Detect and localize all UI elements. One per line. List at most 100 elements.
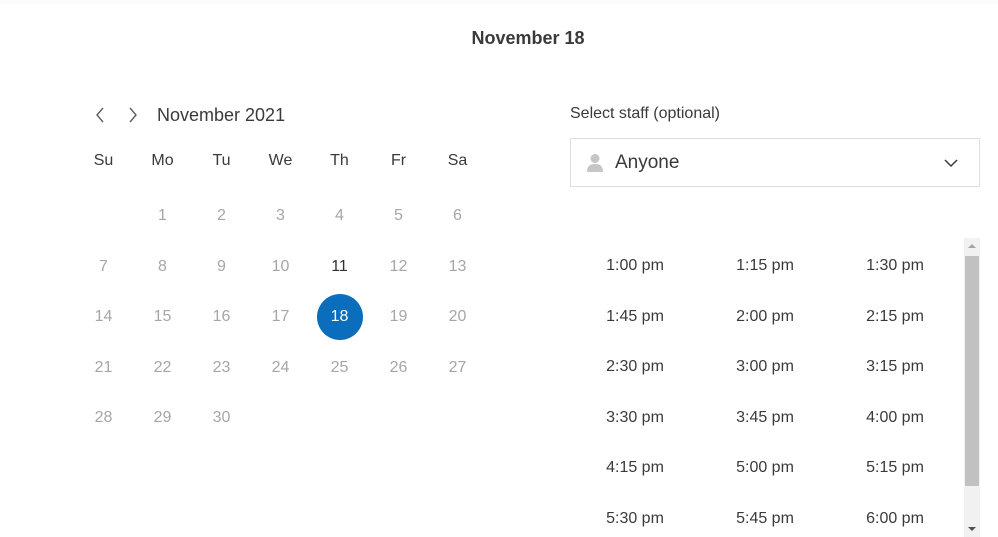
time-slot-button[interactable]: 2:15 pm [830,292,960,343]
day-number: 15 [153,308,172,326]
calendar-day-grid: 1 2 3 4 5 6 7 8 9 10 11 12 13 14 15 16 17 18 19 20 21 22 23 24 2… [74,191,487,444]
calendar-day: 1 [133,191,192,242]
time-slot-button[interactable]: 1:00 pm [570,241,700,292]
calendar-day: 13 [428,242,487,293]
day-number: 9 [217,257,226,275]
time-slot-list: 1:00 pm 1:15 pm 1:30 pm 1:45 pm 2:00 pm 2:15 … [570,241,960,537]
time-slot-button[interactable]: 4:15 pm [570,443,700,494]
calendar-day: 2 [192,191,251,242]
calendar-day: 16 [192,292,251,343]
chevron-left-icon [94,107,106,123]
day-number: 6 [453,207,462,225]
next-month-button[interactable] [121,103,145,127]
day-number: 22 [153,358,172,376]
time-slot-button[interactable]: 3:30 pm [570,393,700,444]
weekday-label: Sa [447,152,468,169]
day-number: 24 [271,358,290,376]
day-number: 8 [158,257,167,275]
day-number: 17 [271,308,290,326]
calendar-day: 30 [192,393,251,444]
time-slot-button[interactable]: 6:00 pm [830,494,960,537]
calendar-day: 25 [310,343,369,394]
month-label: November 2021 [157,104,286,125]
day-number: 3 [276,207,285,225]
day-number: 28 [94,409,113,427]
calendar-header: November 2021 [88,103,285,127]
day-number: 16 [212,308,231,326]
page-title: November 18 [471,28,585,48]
time-slot-button[interactable]: 5:30 pm [570,494,700,537]
time-slot-button[interactable]: 3:15 pm [830,342,960,393]
day-number: 7 [99,257,108,275]
calendar-day: 8 [133,242,192,293]
calendar-day: 26 [369,343,428,394]
scrollbar-thumb[interactable] [965,256,979,486]
calendar-day: 23 [192,343,251,394]
day-number: 25 [330,358,349,376]
previous-month-button[interactable] [88,103,112,127]
time-slot-button[interactable]: 2:30 pm [570,342,700,393]
calendar-day: 19 [369,292,428,343]
weekday-label: We [268,152,293,169]
top-divider [0,0,998,4]
calendar-day: 21 [74,343,133,394]
calendar-day: 17 [251,292,310,343]
scroll-down-arrow-icon[interactable] [964,521,980,537]
calendar-day-selected[interactable]: 18 [310,292,369,343]
calendar-day[interactable]: 11 [310,242,369,293]
weekday-label: Tu [212,152,231,169]
scroll-up-arrow-icon[interactable] [964,238,980,254]
day-number: 23 [212,358,231,376]
day-number: 5 [394,207,403,225]
time-slot-button[interactable]: 2:00 pm [700,292,830,343]
time-slot-button[interactable]: 5:45 pm [700,494,830,537]
time-slot-button[interactable]: 5:00 pm [700,443,830,494]
time-slot-button[interactable]: 3:45 pm [700,393,830,444]
calendar-day: 20 [428,292,487,343]
time-slot-button[interactable]: 1:15 pm [700,241,830,292]
weekday-label: Th [330,152,349,169]
day-number: 4 [335,207,344,225]
calendar-day: 6 [428,191,487,242]
calendar-day: 9 [192,242,251,293]
calendar-empty-cell [74,191,133,242]
calendar-day: 22 [133,343,192,394]
time-slot-scrollbar[interactable] [964,238,980,537]
staff-label: Select staff (optional) [570,105,721,122]
staff-dropdown[interactable]: Anyone [570,138,980,187]
booking-page: November 18 November 2021 Su Mo Tu We Th… [0,0,998,537]
calendar-day: 14 [74,292,133,343]
day-number: 10 [271,257,290,275]
calendar-day: 3 [251,191,310,242]
calendar-day: 10 [251,242,310,293]
calendar-day: 27 [428,343,487,394]
day-number: 29 [153,409,172,427]
time-slot-button[interactable]: 1:30 pm [830,241,960,292]
day-number: 1 [158,207,167,225]
calendar-day: 5 [369,191,428,242]
calendar-day: 7 [74,242,133,293]
day-number: 30 [212,409,231,427]
time-slot-button[interactable]: 1:45 pm [570,292,700,343]
time-slot-button[interactable]: 3:00 pm [700,342,830,393]
day-number: 11 [331,257,348,275]
day-number: 19 [389,308,408,326]
time-slot-button[interactable]: 4:00 pm [830,393,960,444]
day-number: 2 [217,207,226,225]
weekday-label: Mo [151,152,174,169]
staff-selected-value: Anyone [615,151,680,173]
weekday-label: Fr [390,152,407,169]
weekday-header-row: Su Mo Tu We Th Fr Sa [74,152,487,170]
person-icon [586,153,604,173]
day-number: 13 [448,257,467,275]
weekday-label: Su [93,152,114,169]
calendar-day: 12 [369,242,428,293]
time-slot-button[interactable]: 5:15 pm [830,443,960,494]
calendar-day: 28 [74,393,133,444]
day-number: 20 [448,308,467,326]
day-number: 18 [316,294,363,341]
calendar-day: 24 [251,343,310,394]
day-number: 14 [94,308,113,326]
day-number: 27 [448,358,467,376]
calendar-day: 29 [133,393,192,444]
